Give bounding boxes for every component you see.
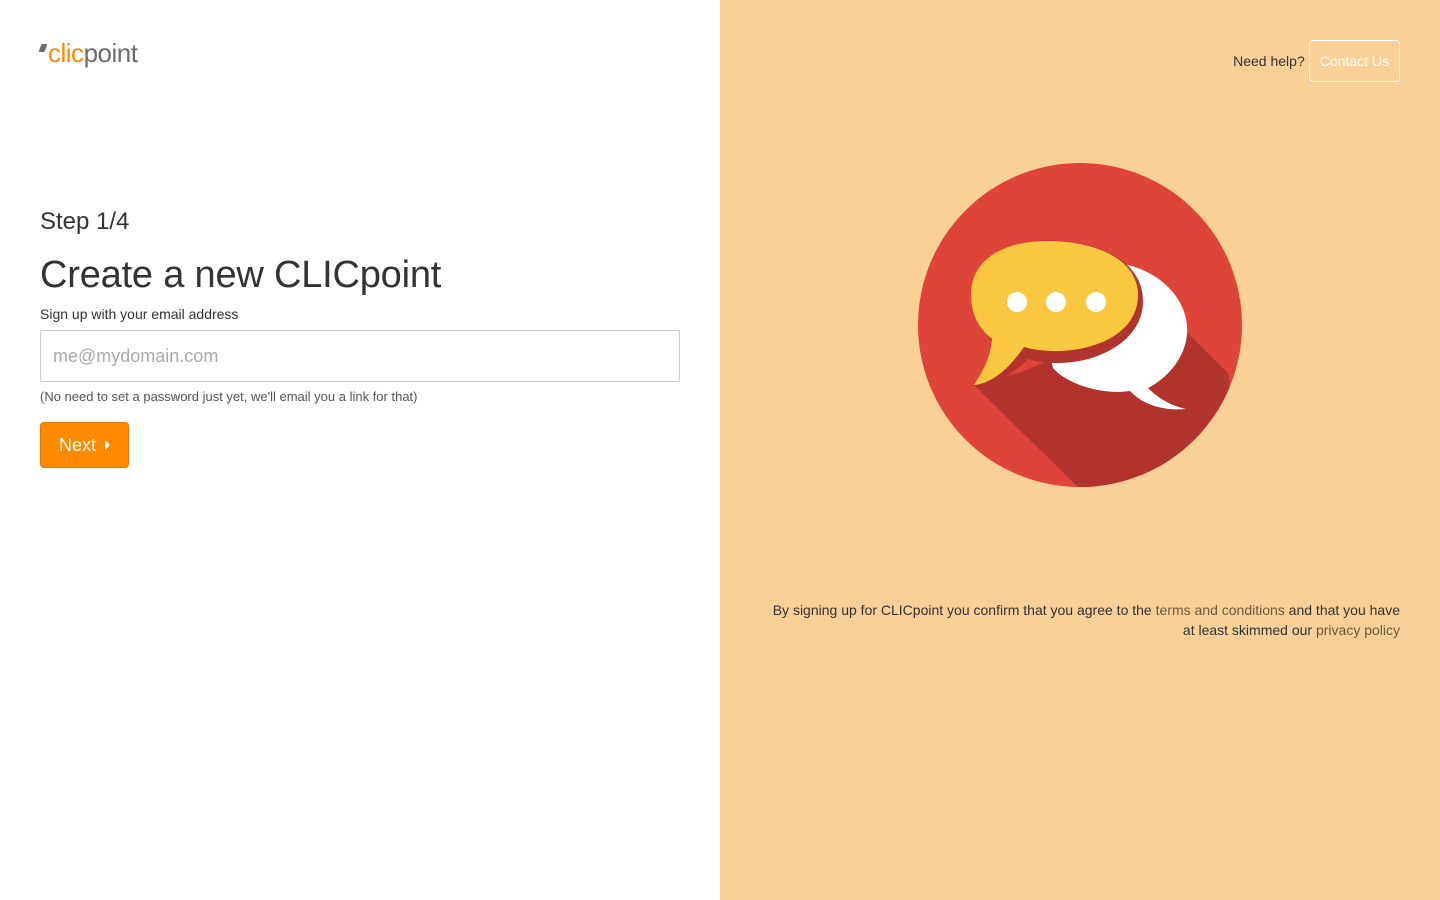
password-hint: (No need to set a password just yet, we'… [40,389,418,404]
caret-right-icon [105,440,110,450]
signup-panel: clicpoint Step 1/4 Create a new CLICpoin… [0,0,720,900]
email-input[interactable] [40,330,680,382]
info-panel: Need help? Contact Us By signing up for … [720,0,1440,900]
next-button[interactable]: Next [40,422,129,468]
page-title: Create a new CLICpoint [40,254,442,296]
email-label: Sign up with your email address [40,306,239,322]
contact-us-button[interactable]: Contact Us [1308,40,1400,82]
help-section: Need help? Contact Us [1233,40,1400,82]
step-indicator: Step 1/4 [40,208,130,235]
terms-link[interactable]: terms and conditions [1156,602,1285,618]
logo-mark-icon [38,44,48,52]
legal-notice: By signing up for CLICpoint you confirm … [772,602,1400,638]
need-help-text: Need help? [1233,53,1305,69]
privacy-link[interactable]: privacy policy [1316,622,1400,638]
next-button-label: Next [58,434,96,455]
chat-bubbles-icon [918,163,1242,487]
clicpoint-logo[interactable]: clicpoint [38,38,138,68]
